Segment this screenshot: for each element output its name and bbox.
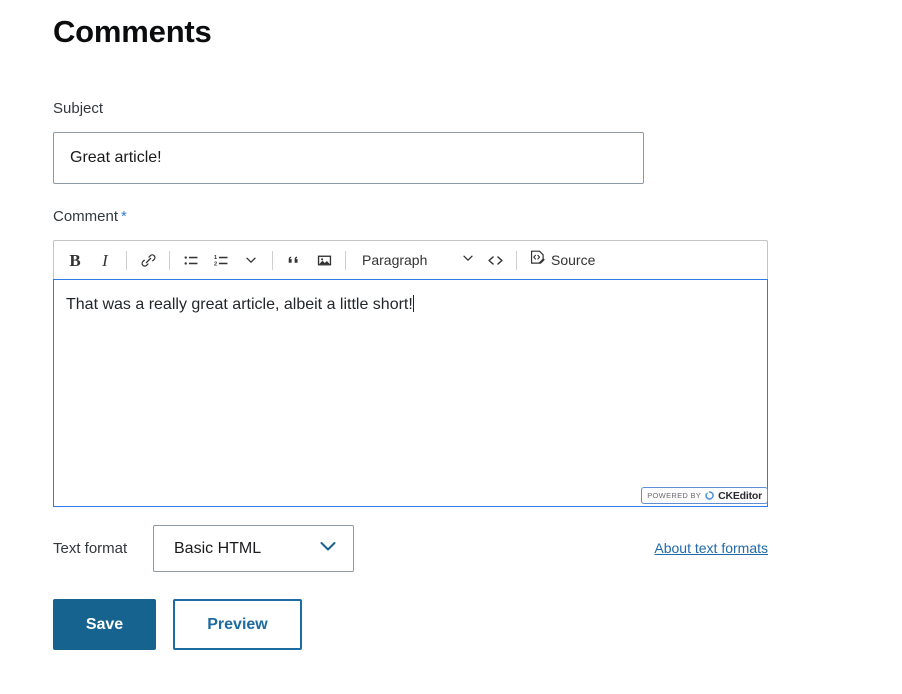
chevron-down-icon [317, 535, 339, 562]
editor-toolbar: B I 1 2 Paragraph Source [53, 240, 768, 279]
blockquote-button[interactable] [279, 246, 309, 275]
text-format-selected-value: Basic HTML [174, 539, 262, 557]
link-button[interactable] [133, 246, 163, 275]
paragraph-format-dropdown[interactable]: Paragraph [352, 246, 480, 275]
link-icon [140, 252, 157, 269]
source-editing-icon [529, 249, 546, 271]
chevron-down-icon [462, 251, 474, 269]
chevron-down-icon [245, 254, 257, 266]
bold-icon: B [69, 250, 81, 270]
numbered-list-icon: 1 2 [213, 252, 230, 269]
toolbar-separator [169, 250, 170, 270]
toolbar-separator [345, 250, 346, 270]
subject-input[interactable] [53, 132, 644, 184]
insert-image-button[interactable] [309, 246, 339, 275]
italic-button[interactable]: I [90, 246, 120, 275]
list-options-dropdown-button[interactable] [236, 246, 266, 275]
ckeditor-logo-icon [705, 485, 714, 507]
code-button[interactable] [480, 246, 510, 275]
required-asterisk: * [121, 208, 127, 225]
toolbar-separator [272, 250, 273, 270]
bulleted-list-icon [183, 252, 200, 269]
subject-label: Subject [53, 100, 104, 117]
bold-button[interactable]: B [60, 246, 90, 275]
about-text-formats-link[interactable]: About text formats [654, 539, 768, 557]
bulleted-list-button[interactable] [176, 246, 206, 275]
toolbar-separator [516, 250, 517, 270]
source-button[interactable]: Source [523, 246, 601, 275]
paragraph-format-label: Paragraph [362, 252, 428, 268]
editor-paragraph: That was a really great article, albeit … [66, 296, 413, 313]
powered-by-label: POWERED BY [647, 490, 702, 500]
rich-text-editor: B I 1 2 Paragraph Source That was a real… [53, 240, 768, 507]
numbered-list-button[interactable]: 1 2 [206, 246, 236, 275]
italic-icon: I [102, 250, 108, 270]
editor-content-area[interactable]: That was a really great article, albeit … [53, 279, 768, 507]
page-title: Comments [53, 14, 212, 49]
svg-text:1: 1 [214, 255, 217, 261]
comment-label-text: Comment [53, 208, 119, 225]
ckeditor-powered-by-badge[interactable]: POWERED BY CKEditor [641, 487, 768, 504]
comment-label: Comment * [53, 207, 127, 226]
save-button[interactable]: Save [53, 599, 156, 650]
blockquote-icon [286, 252, 303, 269]
preview-button[interactable]: Preview [173, 599, 302, 650]
source-button-label: Source [551, 252, 596, 268]
comment-form-page: Comments Subject Comment* B I [0, 0, 902, 694]
text-format-label: Text format [53, 540, 128, 557]
text-caret [412, 295, 414, 312]
ckeditor-brand-label: CKEditor [718, 489, 762, 502]
image-icon [316, 252, 333, 269]
svg-text:2: 2 [214, 261, 217, 267]
toolbar-separator [126, 250, 127, 270]
text-format-select[interactable]: Basic HTML [153, 525, 354, 572]
code-icon [486, 252, 505, 269]
